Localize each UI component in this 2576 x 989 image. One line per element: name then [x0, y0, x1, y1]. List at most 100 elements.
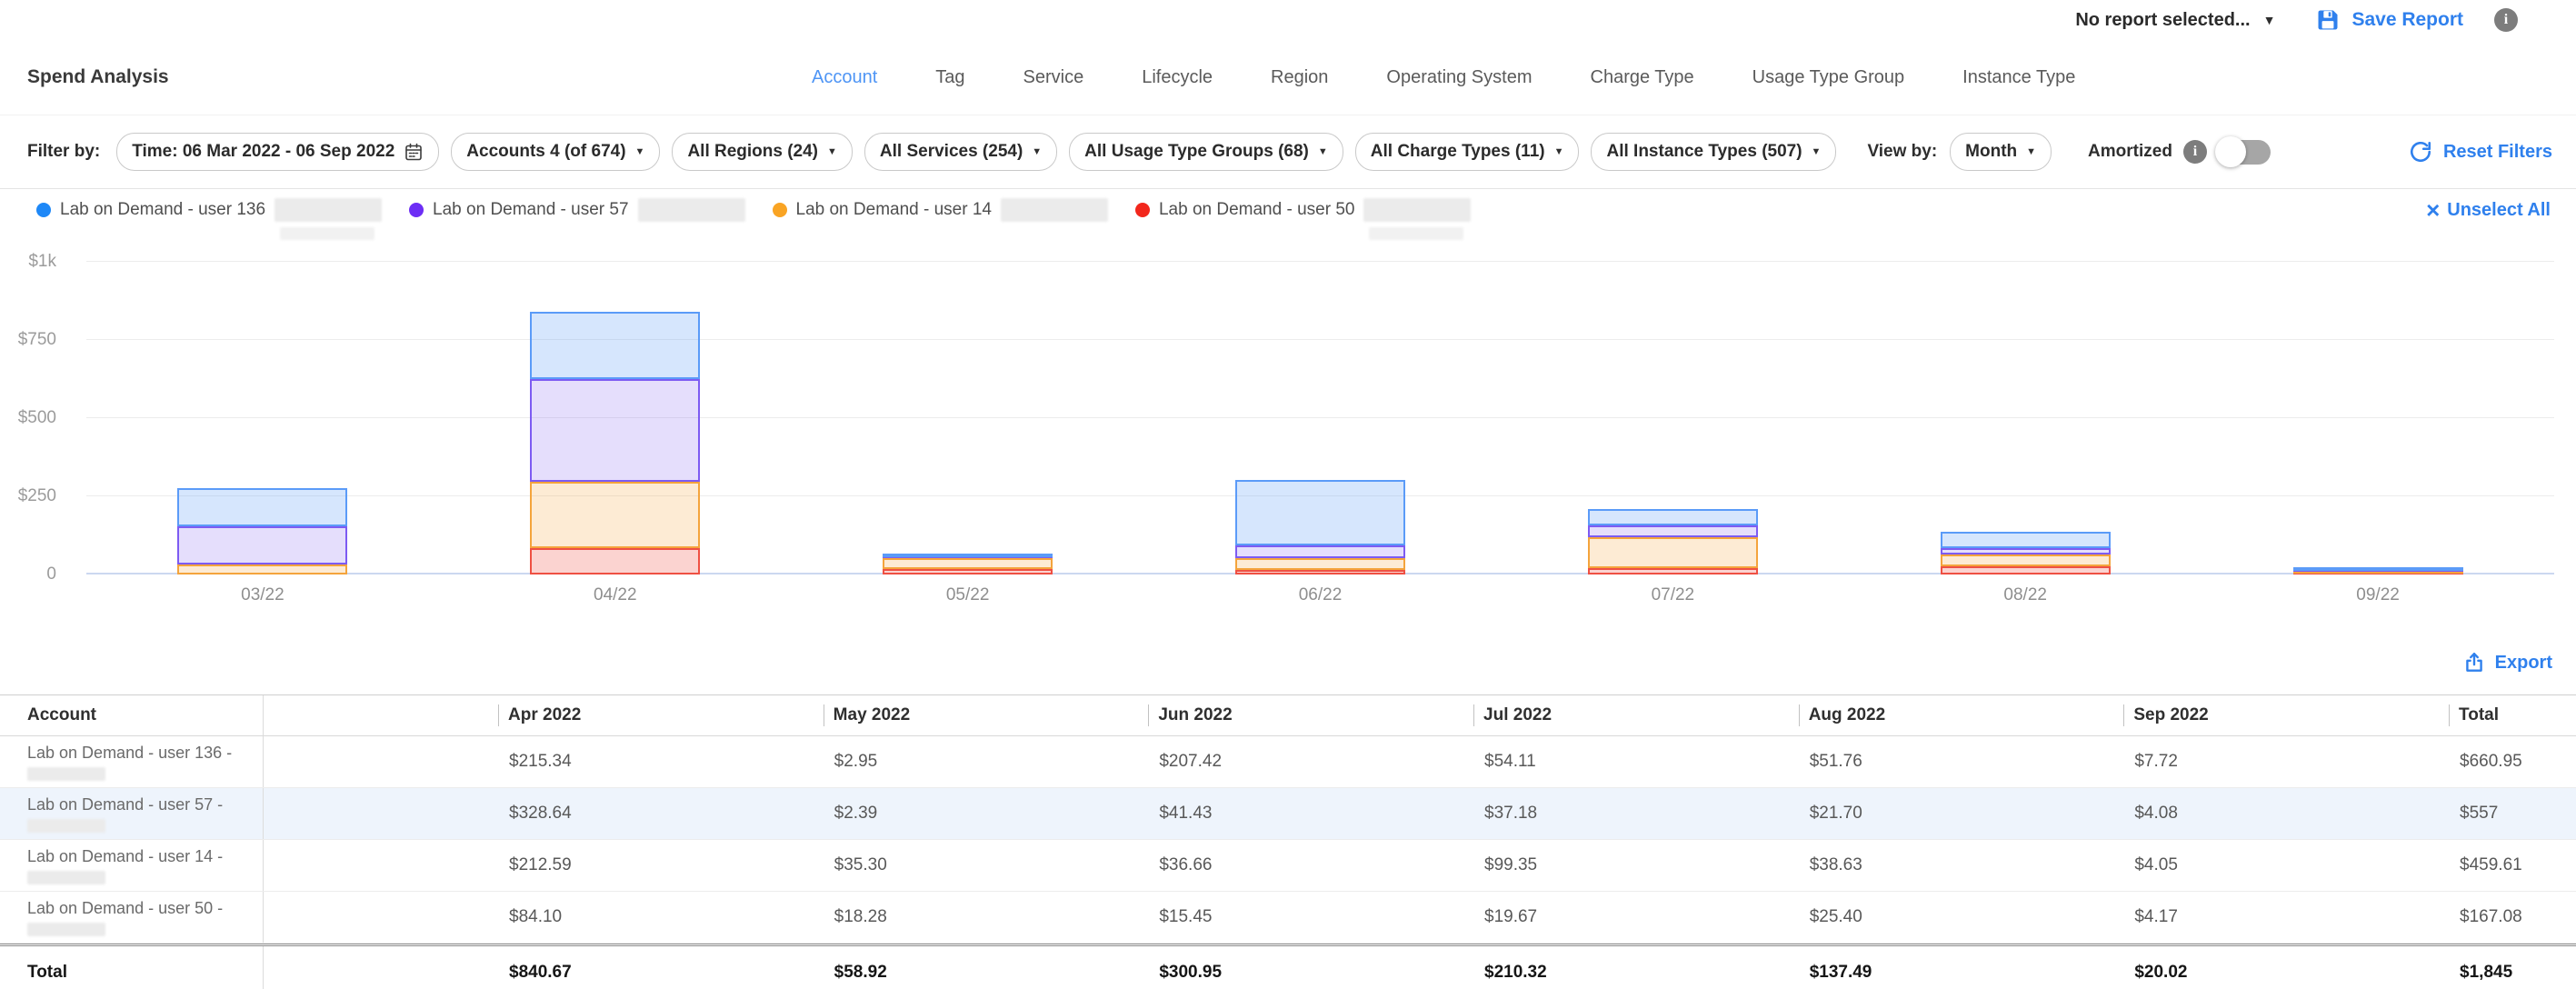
- value-cell: $41.43: [1148, 788, 1473, 839]
- save-icon: [2315, 7, 2341, 33]
- value-cell: $2.39: [824, 788, 1149, 839]
- legend-item-lab-on-demand-user-136[interactable]: Lab on Demand - user 136: [36, 198, 382, 240]
- filter-pill-all-instance-types[interactable]: All Instance Types (507)▼: [1591, 133, 1836, 171]
- bar-segment-lab-on-demand-user-136-08-22[interactable]: [1941, 532, 2111, 548]
- report-selector-dropdown[interactable]: No report selected... ▼: [2075, 10, 2275, 31]
- chevron-down-icon: ▼: [827, 147, 837, 157]
- reset-filters-button[interactable]: Reset Filters: [2409, 140, 2576, 164]
- bar-segment-lab-on-demand-user-14-08-22[interactable]: [1941, 554, 2111, 566]
- x-axis-tick-label: 03/22: [208, 585, 317, 605]
- top-bar: No report selected... ▼ Save Report i: [0, 0, 2576, 40]
- legend-items: Lab on Demand - user 136 Lab on Demand - …: [36, 198, 1471, 240]
- bar-segment-lab-on-demand-user-136-09-22[interactable]: [2293, 567, 2463, 571]
- stacked-bar-chart: 0$250$500$750$1k03/2204/2205/2206/2207/2…: [0, 245, 2576, 631]
- value-cell: $54.11: [1473, 736, 1799, 787]
- value-cell: $18.28: [824, 892, 1149, 943]
- tab-operating-system[interactable]: Operating System: [1386, 67, 1532, 88]
- total-value-cell: $210.32: [1473, 963, 1799, 983]
- bar-segment-lab-on-demand-user-57-08-22[interactable]: [1941, 548, 2111, 554]
- info-icon[interactable]: i: [2494, 8, 2518, 32]
- bar-segment-lab-on-demand-user-136-03-22[interactable]: [177, 488, 347, 526]
- bar-segment-lab-on-demand-user-57-04-22[interactable]: [530, 379, 700, 482]
- filter-pill-accounts-4[interactable]: Accounts 4 (of 674)▼: [451, 133, 660, 171]
- bar-segment-lab-on-demand-user-14-06-22[interactable]: [1235, 558, 1405, 570]
- x-axis-tick-label: 06/22: [1266, 585, 1375, 605]
- bar-segment-lab-on-demand-user-14-07-22[interactable]: [1588, 537, 1758, 568]
- legend-item-lab-on-demand-user-14[interactable]: Lab on Demand - user 14: [773, 198, 1108, 240]
- bar-segment-lab-on-demand-user-57-03-22[interactable]: [177, 526, 347, 564]
- gridline: [86, 417, 2554, 418]
- value-cell: $207.42: [1148, 736, 1473, 787]
- save-report-label: Save Report: [2351, 9, 2463, 31]
- unselect-all-button[interactable]: × Unselect All: [2426, 198, 2576, 222]
- filter-pill-all-charge-types[interactable]: All Charge Types (11)▼: [1355, 133, 1580, 171]
- bar-segment-lab-on-demand-user-50-06-22[interactable]: [1235, 570, 1405, 574]
- bar-segment-lab-on-demand-user-136-05-22[interactable]: [883, 554, 1053, 557]
- redacted-text: [1369, 227, 1463, 240]
- bar-segment-lab-on-demand-user-50-07-22[interactable]: [1588, 568, 1758, 574]
- row-total-cell: $557: [2449, 788, 2576, 839]
- column-header-aug-2022[interactable]: Aug 2022: [1799, 695, 2124, 735]
- chart-legend: Lab on Demand - user 136 Lab on Demand - …: [0, 189, 2576, 245]
- amortized-toggle[interactable]: [2218, 140, 2271, 165]
- tab-charge-type[interactable]: Charge Type: [1591, 67, 1694, 88]
- table-row[interactable]: Lab on Demand - user 57 -$328.64$2.39$41…: [0, 788, 2576, 840]
- legend-label: Lab on Demand - user 57: [433, 200, 628, 220]
- column-header-total[interactable]: Total: [2449, 695, 2576, 735]
- legend-item-lab-on-demand-user-57[interactable]: Lab on Demand - user 57: [409, 198, 744, 240]
- column-header-account[interactable]: Account: [0, 695, 264, 735]
- y-axis-tick-label: $750: [0, 330, 56, 350]
- column-header-apr-2022[interactable]: Apr 2022: [498, 695, 824, 735]
- total-value-cell: $300.95: [1148, 963, 1473, 983]
- chevron-down-icon: ▼: [2263, 14, 2276, 26]
- account-cell: Lab on Demand - user 50 -: [0, 892, 264, 943]
- legend-label: Lab on Demand - user 50: [1159, 200, 1354, 220]
- export-button[interactable]: Export: [2462, 651, 2552, 674]
- bar-segment-lab-on-demand-user-57-06-22[interactable]: [1235, 545, 1405, 558]
- table-row[interactable]: Lab on Demand - user 14 -$212.59$35.30$3…: [0, 840, 2576, 892]
- bar-segment-lab-on-demand-user-57-07-22[interactable]: [1588, 525, 1758, 537]
- bar-segment-lab-on-demand-user-14-03-22[interactable]: [177, 564, 347, 574]
- legend-dot-icon: [36, 203, 51, 217]
- amortized-info-icon[interactable]: i: [2183, 140, 2207, 164]
- account-cell: Lab on Demand - user 14 -: [0, 840, 264, 891]
- value-cell: $215.34: [498, 736, 824, 787]
- bar-segment-lab-on-demand-user-50-05-22[interactable]: [883, 569, 1053, 574]
- reset-filters-label: Reset Filters: [2443, 142, 2552, 163]
- value-cell: $36.66: [1148, 840, 1473, 891]
- view-by-dropdown[interactable]: Month ▼: [1950, 133, 2052, 171]
- filter-pill-time[interactable]: Time: 06 Mar 2022 - 06 Sep 2022: [116, 133, 439, 171]
- tab-tag[interactable]: Tag: [935, 67, 964, 88]
- tab-usage-type-group[interactable]: Usage Type Group: [1752, 67, 1905, 88]
- filter-pill-all-usage-type-groups[interactable]: All Usage Type Groups (68)▼: [1069, 133, 1343, 171]
- y-axis-tick-label: $500: [0, 408, 56, 428]
- tab-instance-type[interactable]: Instance Type: [1962, 67, 2075, 88]
- bar-segment-lab-on-demand-user-136-04-22[interactable]: [530, 312, 700, 379]
- value-cell: $25.40: [1799, 892, 2124, 943]
- value-cell: $38.63: [1799, 840, 2124, 891]
- column-header-may-2022[interactable]: May 2022: [824, 695, 1149, 735]
- tab-lifecycle[interactable]: Lifecycle: [1142, 67, 1213, 88]
- tab-service[interactable]: Service: [1023, 67, 1084, 88]
- column-header-jul-2022[interactable]: Jul 2022: [1473, 695, 1799, 735]
- bar-segment-lab-on-demand-user-50-08-22[interactable]: [1941, 566, 2111, 574]
- bar-segment-lab-on-demand-user-50-04-22[interactable]: [530, 548, 700, 574]
- bar-segment-lab-on-demand-user-14-05-22[interactable]: [883, 558, 1053, 569]
- table-row[interactable]: Lab on Demand - user 50 -$84.10$18.28$15…: [0, 892, 2576, 944]
- legend-item-lab-on-demand-user-50[interactable]: Lab on Demand - user 50: [1135, 198, 1471, 240]
- column-header-sep-2022[interactable]: Sep 2022: [2123, 695, 2449, 735]
- bar-segment-lab-on-demand-user-136-06-22[interactable]: [1235, 480, 1405, 544]
- save-report-button[interactable]: Save Report: [2315, 7, 2463, 33]
- total-value-cell: $840.67: [498, 963, 824, 983]
- value-cell: $4.17: [2123, 892, 2449, 943]
- column-header-jun-2022[interactable]: Jun 2022: [1148, 695, 1473, 735]
- tab-region[interactable]: Region: [1271, 67, 1328, 88]
- table-row[interactable]: Lab on Demand - user 136 -$215.34$2.95$2…: [0, 736, 2576, 788]
- tab-account[interactable]: Account: [812, 67, 877, 88]
- filter-pill-all-services[interactable]: All Services (254)▼: [864, 133, 1057, 171]
- bar-segment-lab-on-demand-user-14-04-22[interactable]: [530, 482, 700, 548]
- y-axis-tick-label: $250: [0, 486, 56, 506]
- bar-segment-lab-on-demand-user-136-07-22[interactable]: [1588, 509, 1758, 526]
- filter-pill-all-regions[interactable]: All Regions (24)▼: [672, 133, 852, 171]
- x-axis-tick-label: 08/22: [1971, 585, 2080, 605]
